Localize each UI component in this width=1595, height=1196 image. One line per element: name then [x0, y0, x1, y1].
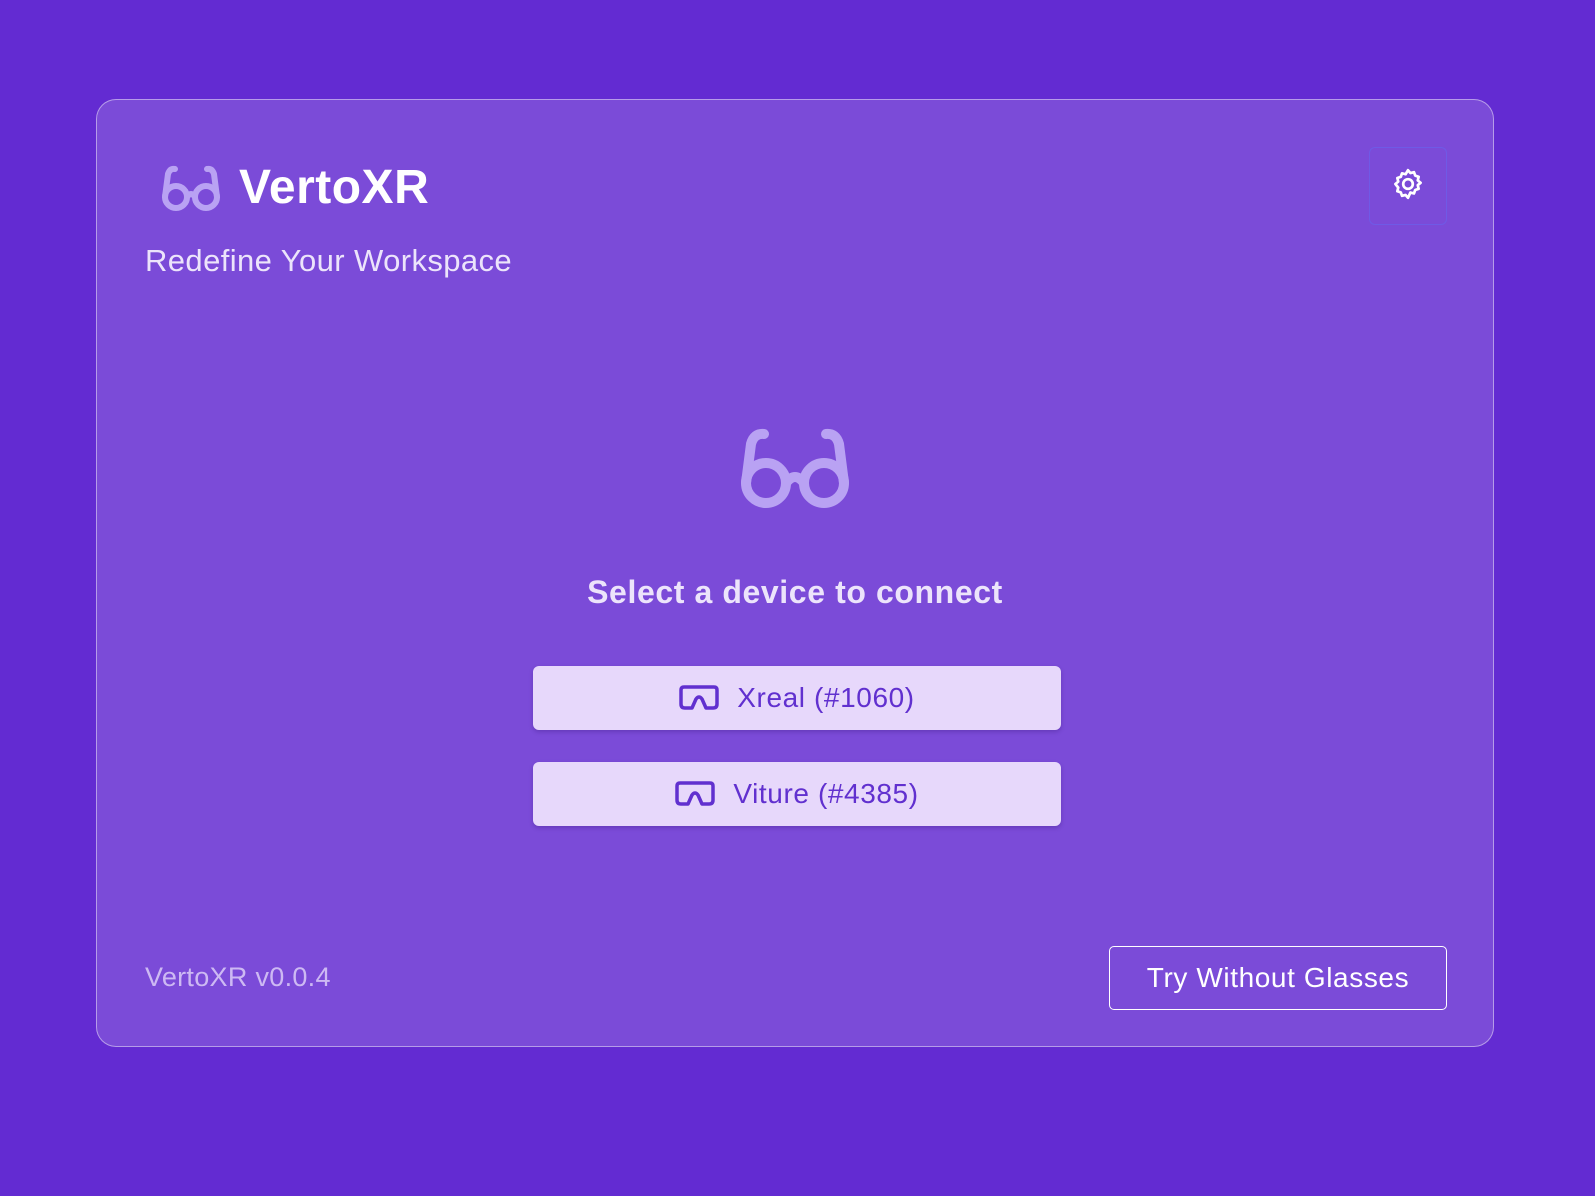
glasses-icon — [738, 426, 852, 510]
device-label: Xreal (#1060) — [737, 682, 915, 713]
settings-button[interactable] — [1369, 147, 1447, 225]
device-button-viture[interactable]: Viture (#4385) — [533, 762, 1061, 826]
app-name: VertoXR — [239, 161, 430, 214]
connect-prompt: Select a device to connect — [587, 574, 1003, 610]
brand: VertoXR — [161, 158, 429, 218]
try-without-glasses-button[interactable]: Try Without Glasses — [1109, 946, 1447, 1010]
tagline: Redefine Your Workspace — [145, 243, 513, 278]
welcome-card: VertoXR Redefine Your Workspace Select a… — [96, 99, 1494, 1047]
vr-headset-icon — [679, 684, 720, 712]
device-label: Viture (#4385) — [733, 778, 919, 809]
gear-icon — [1390, 166, 1426, 207]
device-button-xreal[interactable]: Xreal (#1060) — [533, 666, 1061, 730]
version-label: VertoXR v0.0.4 — [145, 962, 331, 992]
vr-headset-icon — [675, 780, 716, 808]
glasses-icon — [161, 164, 221, 212]
